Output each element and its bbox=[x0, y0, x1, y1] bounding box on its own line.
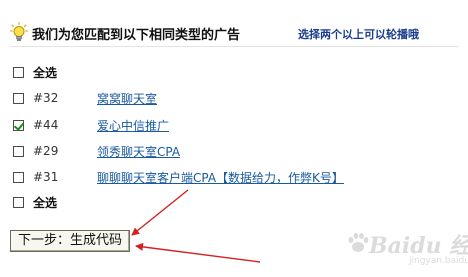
select-all-label-top: 全选 bbox=[33, 65, 58, 80]
ad-row: #31 聊聊聊天室客户端CPA【数据给力，作弊K号】 bbox=[13, 168, 344, 186]
ad-name-link[interactable]: 聊聊聊天室客户端CPA【数据给力，作弊K号】 bbox=[97, 169, 344, 186]
watermark-sub: jingyan.baidu.com bbox=[409, 256, 468, 266]
ad-id: #32 bbox=[33, 91, 59, 105]
ad-name-link[interactable]: 窝窝聊天室 bbox=[97, 90, 157, 107]
ad-match-panel: 我们为您匹配到以下相同类型的广告 选择两个以上可以轮播哦 全选 #32 窝窝聊天… bbox=[0, 0, 468, 277]
lightbulb-icon bbox=[10, 22, 28, 41]
select-all-checkbox-top[interactable] bbox=[13, 66, 24, 78]
ad-checkbox[interactable] bbox=[13, 92, 24, 104]
annotation-arrow-upper bbox=[131, 189, 189, 236]
select-all-row-bottom[interactable]: 全选 bbox=[13, 193, 57, 211]
next-generate-code-button[interactable]: 下一步：生成代码 bbox=[10, 230, 130, 252]
page-title: 我们为您匹配到以下相同类型的广告 bbox=[32, 28, 241, 43]
ad-checkbox[interactable] bbox=[13, 171, 24, 183]
carousel-hint: 选择两个以上可以轮播哦 bbox=[298, 28, 419, 41]
ad-id: #29 bbox=[33, 144, 59, 158]
ad-row: #29 领秀聊天室CPA bbox=[13, 142, 180, 160]
select-all-label-bottom: 全选 bbox=[33, 195, 58, 210]
ad-name-link[interactable]: 爱心中信推广 bbox=[97, 117, 169, 134]
ad-checkbox-checked[interactable] bbox=[13, 119, 24, 131]
baidu-jingyan-watermark: Baidu 经验 jingyan.baidu.com bbox=[345, 226, 468, 270]
ad-row: #32 窝窝聊天室 bbox=[13, 89, 157, 107]
ad-name-link[interactable]: 领秀聊天室CPA bbox=[97, 143, 180, 160]
ad-id: #31 bbox=[33, 170, 59, 184]
ad-checkbox[interactable] bbox=[13, 145, 24, 157]
paw-logo-icon bbox=[348, 233, 369, 252]
ad-id: #44 bbox=[33, 118, 59, 132]
header: 我们为您匹配到以下相同类型的广告 选择两个以上可以轮播哦 bbox=[10, 22, 458, 47]
select-all-checkbox-bottom[interactable] bbox=[13, 196, 24, 208]
ad-row: #44 爱心中信推广 bbox=[13, 116, 169, 134]
select-all-row-top[interactable]: 全选 bbox=[13, 63, 57, 81]
annotation-arrow-lower bbox=[135, 242, 261, 263]
